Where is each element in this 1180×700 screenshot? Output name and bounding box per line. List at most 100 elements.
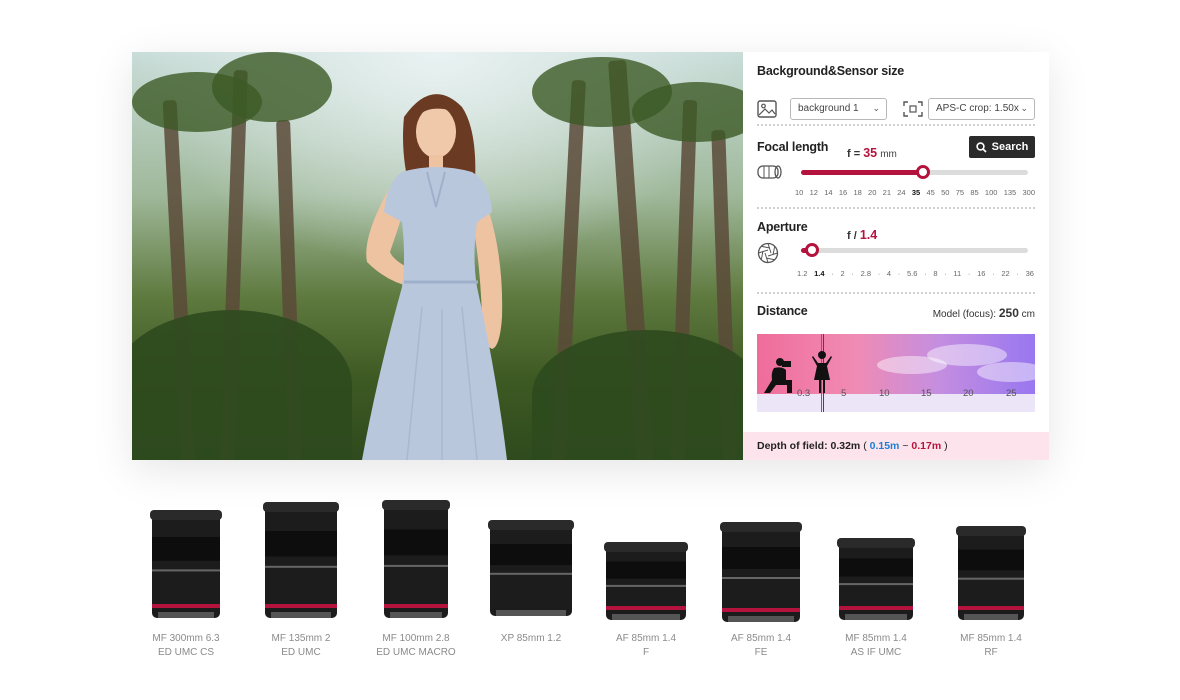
- aperture-tick[interactable]: 1.2: [797, 269, 807, 278]
- aperture-title: Aperture: [757, 220, 808, 234]
- aperture-slider[interactable]: [801, 243, 1028, 257]
- lens-card[interactable]: MF 85mm 1.4 AS IF UMC: [818, 494, 934, 664]
- focal_length-tick[interactable]: 18: [853, 188, 861, 197]
- focal_length-tick[interactable]: 24: [897, 188, 905, 197]
- focal_length-tick[interactable]: 300: [1022, 188, 1035, 197]
- focal_length-tick[interactable]: 50: [941, 188, 949, 197]
- lens-name: MF 85mm 1.4 AS IF UMC: [818, 632, 934, 660]
- focal_length-tick[interactable]: 75: [956, 188, 964, 197]
- focal_length-tick[interactable]: 85: [970, 188, 978, 197]
- lens-card[interactable]: XP 85mm 1.2: [473, 494, 589, 664]
- cloud: [877, 356, 947, 374]
- distance-scale-label: 0.3: [797, 388, 811, 399]
- aperture-tick[interactable]: ·: [968, 269, 971, 278]
- background-select[interactable]: background 1 ⌄: [790, 98, 887, 120]
- background-select-value: background 1: [798, 103, 859, 114]
- sensor-select[interactable]: APS-C crop: 1.50x ⌄: [928, 98, 1035, 120]
- lens-barrel-icon: [757, 165, 782, 179]
- aperture-tick[interactable]: 4: [887, 269, 891, 278]
- aperture-tick[interactable]: ·: [1016, 269, 1019, 278]
- aperture-tick[interactable]: ·: [944, 269, 947, 278]
- dof-close-paren: ): [944, 440, 948, 452]
- aperture-prefix: f /: [847, 230, 857, 242]
- lens-card[interactable]: AF 85mm 1.4 F: [588, 494, 704, 664]
- bush: [132, 310, 352, 460]
- focal-unit: mm: [880, 149, 897, 160]
- sensor-select-value: APS-C crop: 1.50x: [936, 103, 1019, 114]
- lens-image: [604, 542, 688, 620]
- aperture-tick[interactable]: ·: [924, 269, 927, 278]
- lens-name-line1: MF 100mm 2.8: [382, 633, 450, 644]
- distance-scale-label: 25: [1006, 388, 1017, 399]
- aperture-value: f / 1.4: [847, 228, 877, 242]
- focal-length-slider[interactable]: [801, 165, 1028, 179]
- background-sensor-row: background 1 ⌄ APS-C crop: 1.50x ⌄: [757, 98, 1035, 122]
- lens-image: [263, 502, 339, 618]
- lens-name-line2: AS IF UMC: [850, 647, 902, 658]
- aperture-tick[interactable]: 2: [840, 269, 844, 278]
- distance-visualizer[interactable]: [757, 334, 1035, 412]
- focal_length-tick[interactable]: 45: [926, 188, 934, 197]
- lens-name-line2: ED UMC MACRO: [376, 647, 456, 658]
- aperture-tick[interactable]: ·: [992, 269, 995, 278]
- lens-name: AF 85mm 1.4 F: [588, 632, 704, 660]
- search-button[interactable]: Search: [969, 136, 1035, 158]
- aperture-tick[interactable]: 11: [953, 269, 961, 278]
- background-sensor-section: Background&Sensor size background 1 ⌄ AP…: [757, 64, 1035, 124]
- lens-card[interactable]: MF 300mm 6.3 ED UMC CS: [128, 494, 244, 664]
- focal-length-slider-thumb[interactable]: [916, 165, 930, 179]
- lens-name-line2: RF: [984, 647, 998, 658]
- search-button-label: Search: [991, 141, 1029, 153]
- lens-name-line1: MF 85mm 1.4: [960, 633, 1022, 644]
- focal_length-tick[interactable]: 14: [824, 188, 832, 197]
- focal_length-tick[interactable]: 12: [810, 188, 818, 197]
- lens-name: MF 85mm 1.4 RF: [933, 632, 1049, 660]
- lens-card[interactable]: MF 100mm 2.8 ED UMC MACRO: [358, 494, 474, 664]
- focal_length-tick[interactable]: 20: [868, 188, 876, 197]
- lens-card[interactable]: MF 85mm 1.4 RF: [933, 494, 1049, 664]
- focal-prefix: f =: [847, 148, 861, 160]
- lens-name-line1: AF 85mm 1.4: [730, 633, 792, 644]
- focal_length-tick[interactable]: 16: [839, 188, 847, 197]
- dof-simulator: Background&Sensor size background 1 ⌄ AP…: [132, 52, 1049, 460]
- lens-image: [720, 522, 802, 622]
- aperture-tick[interactable]: 22: [1001, 269, 1009, 278]
- aperture-tick[interactable]: 1.4: [814, 269, 824, 278]
- lens-name-line2: ED UMC CS: [157, 647, 215, 658]
- palm-frond: [212, 52, 332, 122]
- crop-icon: [903, 101, 923, 117]
- aperture-tick[interactable]: ·: [898, 269, 901, 278]
- search-icon: [975, 141, 987, 153]
- model-focus-unit: cm: [1021, 309, 1035, 320]
- dof-open-paren: (: [863, 440, 867, 452]
- aperture-tick[interactable]: ·: [878, 269, 881, 278]
- aperture-section: Aperture f / 1.4 1.2 1.4 · 2 · 2.8 · 4 · 5.6 · 8 · 11…: [757, 220, 1035, 280]
- lens-carousel: MF 300mm 6.3 ED UMC CS MF 135mm 2 ED UMC MF …: [128, 494, 1052, 664]
- distance-scale-label: 5: [841, 388, 847, 399]
- focal_length-tick[interactable]: 135: [1004, 188, 1017, 197]
- image-icon: [757, 100, 777, 118]
- aperture-slider-thumb[interactable]: [805, 243, 819, 257]
- focal_length-tick[interactable]: 10: [795, 188, 803, 197]
- distance-section: Distance Model (focus): 250 cm 0.3 5 10 …: [757, 304, 1035, 428]
- aperture-tick[interactable]: ·: [851, 269, 854, 278]
- model-focus-value: 250: [998, 306, 1019, 320]
- lens-image: [956, 526, 1026, 620]
- lens-card[interactable]: MF 135mm 2 ED UMC: [243, 494, 359, 664]
- aperture-tick[interactable]: 16: [977, 269, 985, 278]
- aperture-ticks: 1.2 1.4 · 2 · 2.8 · 4 · 5.6 · 8 · 11 · 16 · 22 · 36: [797, 269, 1034, 278]
- aperture-tick[interactable]: 5.6: [907, 269, 917, 278]
- chevron-down-icon: ⌄: [1020, 103, 1028, 113]
- dof-separator: ~: [902, 440, 909, 452]
- aperture-tick[interactable]: 8: [933, 269, 937, 278]
- aperture-tick[interactable]: ·: [831, 269, 834, 278]
- aperture-tick[interactable]: 2.8: [861, 269, 871, 278]
- lens-name-line1: MF 85mm 1.4: [845, 633, 907, 644]
- lens-name-line1: AF 85mm 1.4: [615, 633, 677, 644]
- aperture-tick[interactable]: 36: [1026, 269, 1034, 278]
- focal_length-tick[interactable]: 100: [985, 188, 998, 197]
- focal_length-tick[interactable]: 21: [883, 188, 891, 197]
- model-focus-label: Model (focus):: [932, 309, 997, 320]
- lens-card[interactable]: AF 85mm 1.4 FE: [703, 494, 819, 664]
- focal_length-tick[interactable]: 35: [912, 188, 920, 197]
